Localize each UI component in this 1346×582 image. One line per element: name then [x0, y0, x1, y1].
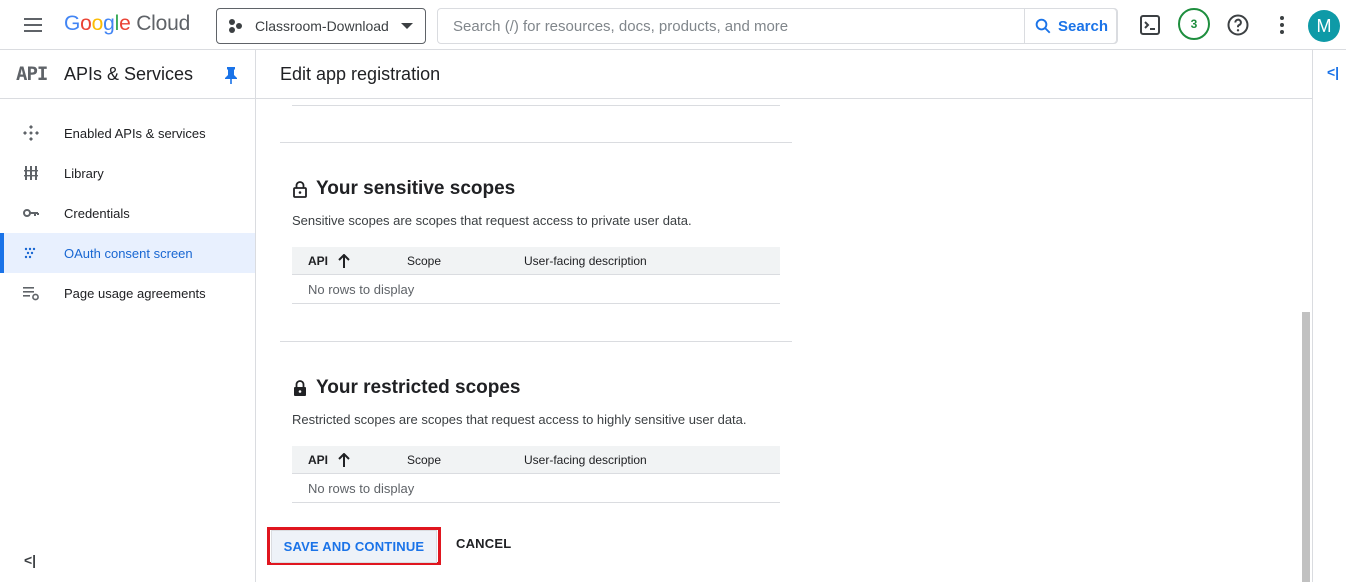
save-and-continue-button[interactable]: SAVE AND CONTINUE — [270, 529, 438, 563]
sensitive-scopes-table: API Scope User-facing description No row… — [292, 247, 780, 304]
diamond-dots-icon — [23, 125, 39, 141]
empty-message: No rows to display — [308, 481, 415, 496]
api-logo: API — [16, 63, 48, 85]
logo-letter: o — [91, 12, 104, 35]
google-cloud-logo[interactable]: Google Cloud — [64, 12, 190, 36]
column-header-scope[interactable]: Scope — [407, 453, 441, 467]
arrow-up-icon — [338, 452, 350, 467]
sidebar-item-label: Library — [64, 165, 104, 181]
column-header-api[interactable]: API — [308, 253, 350, 268]
notifications-badge[interactable]: 3 — [1178, 8, 1210, 40]
scrollbar[interactable] — [1302, 312, 1310, 582]
sidebar-title: APIs & Services — [64, 64, 194, 84]
divider — [292, 105, 780, 106]
menu-icon[interactable] — [22, 14, 46, 36]
sidebar-item-enabled-apis[interactable]: Enabled APIs & services — [0, 113, 255, 153]
expand-panel-button[interactable]: <| — [1327, 64, 1339, 80]
chevron-down-icon — [401, 23, 413, 29]
top-bar: Google Cloud Classroom-Download Search 3… — [0, 0, 1346, 50]
list-settings-icon — [23, 287, 39, 301]
help-icon[interactable] — [1226, 13, 1250, 37]
main-header: Edit app registration — [256, 50, 1312, 99]
more-vert-icon[interactable] — [1270, 13, 1294, 37]
column-header-description[interactable]: User-facing description — [524, 453, 647, 467]
page-title: Edit app registration — [280, 64, 441, 84]
project-picker[interactable]: Classroom-Download — [216, 8, 426, 44]
search-bar: Search — [437, 8, 1118, 44]
table-header: API Scope User-facing description — [292, 446, 780, 474]
key-icon — [23, 209, 39, 217]
project-name: Classroom-Download — [255, 18, 389, 34]
save-and-continue-highlight: SAVE AND CONTINUE — [267, 527, 441, 565]
sensitive-scopes-title: Your sensitive scopes — [316, 178, 516, 199]
column-header-description[interactable]: User-facing description — [524, 254, 647, 268]
table-row-empty: No rows to display — [292, 474, 780, 503]
sidebar-item-label: Enabled APIs & services — [64, 125, 206, 141]
divider — [280, 142, 792, 143]
table-header: API Scope User-facing description — [292, 247, 780, 275]
collapse-sidebar-button[interactable]: <| — [24, 552, 36, 568]
project-icon — [229, 18, 245, 34]
sidebar-item-library[interactable]: Library — [0, 153, 255, 193]
sensitive-scopes-description: Sensitive scopes are scopes that request… — [292, 213, 692, 228]
sidebar-header: API APIs & Services — [0, 50, 255, 99]
table-row-empty: No rows to display — [292, 275, 780, 304]
column-header-scope[interactable]: Scope — [407, 254, 441, 268]
column-header-api[interactable]: API — [308, 452, 350, 467]
right-rail: <| — [1312, 50, 1346, 582]
lock-open-icon — [293, 181, 307, 198]
library-icon — [24, 166, 38, 180]
empty-message: No rows to display — [308, 282, 415, 297]
sidebar-item-page-usage[interactable]: Page usage agreements — [0, 273, 255, 313]
restricted-scopes-table: API Scope User-facing description No row… — [292, 446, 780, 503]
cloud-shell-icon[interactable] — [1138, 13, 1162, 37]
main-content: Edit app registration Your sensitive sco… — [256, 50, 1312, 582]
logo-letter: e — [119, 12, 131, 35]
cancel-button[interactable]: CANCEL — [456, 536, 511, 551]
sidebar: API APIs & Services Enabled APIs & servi… — [0, 50, 256, 582]
sensitive-scopes-heading: Your sensitive scopes — [292, 178, 515, 200]
search-icon — [1035, 18, 1051, 34]
consent-dots-icon — [24, 247, 36, 259]
arrow-up-icon — [338, 253, 350, 268]
search-button[interactable]: Search — [1024, 8, 1118, 44]
logo-letter: o — [80, 12, 92, 35]
column-label: API — [308, 452, 329, 467]
sidebar-item-label: Page usage agreements — [64, 285, 206, 301]
lock-icon — [294, 380, 306, 396]
restricted-scopes-title: Your restricted scopes — [316, 377, 521, 398]
avatar[interactable]: M — [1308, 10, 1340, 42]
logo-letter: G — [64, 12, 81, 35]
column-label: API — [308, 253, 329, 268]
logo-cloud-text: Cloud — [136, 12, 191, 35]
sidebar-item-credentials[interactable]: Credentials — [0, 193, 255, 233]
restricted-scopes-description: Restricted scopes are scopes that reques… — [292, 412, 747, 427]
sidebar-item-oauth-consent[interactable]: OAuth consent screen — [0, 233, 255, 273]
divider — [280, 341, 792, 342]
logo-letter: g — [103, 12, 115, 35]
sidebar-item-label: OAuth consent screen — [64, 245, 193, 261]
pin-icon[interactable] — [224, 66, 238, 84]
restricted-scopes-heading: Your restricted scopes — [292, 377, 521, 399]
search-input[interactable] — [438, 9, 1023, 43]
sidebar-item-label: Credentials — [64, 205, 130, 221]
search-button-label: Search — [1057, 17, 1109, 35]
